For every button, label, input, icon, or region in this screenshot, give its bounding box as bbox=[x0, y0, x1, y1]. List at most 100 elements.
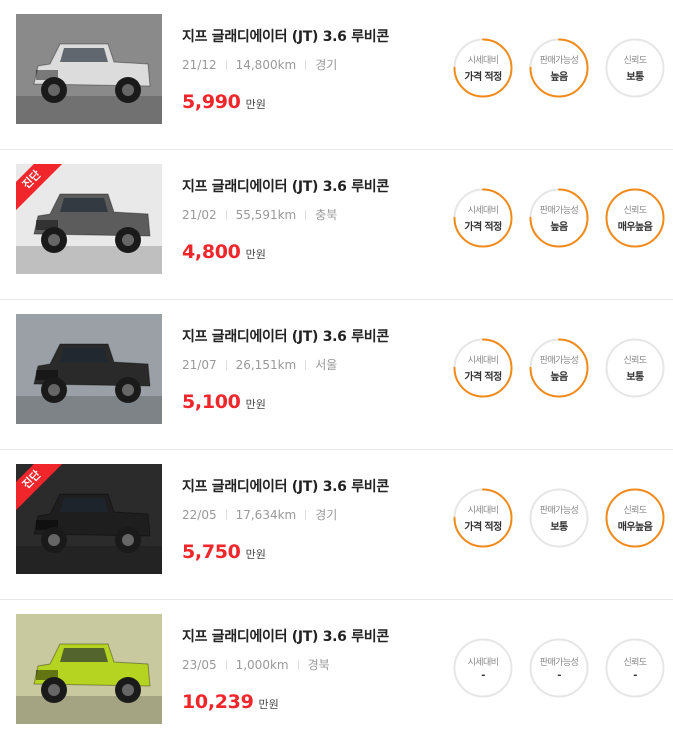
rating-value: 매우높음 bbox=[617, 522, 653, 533]
car-photo[interactable]: 진단 bbox=[16, 464, 162, 574]
rating-badge: 시세대비가격 적정 bbox=[453, 188, 513, 248]
region: 서울 bbox=[315, 358, 338, 372]
listing-meta: 21/07 26,151km 서울 bbox=[182, 356, 442, 373]
meta-divider bbox=[305, 209, 307, 220]
rating-badge: 판매가능성높음 bbox=[529, 188, 589, 248]
mileage: 55,591km bbox=[235, 207, 297, 222]
price: 5,990 만원 bbox=[182, 91, 442, 113]
listing-item[interactable]: 지프 글래디에이터 (JT) 3.6 루비콘 23/05 1,000km 경북 … bbox=[0, 600, 673, 750]
listing-title[interactable]: 지프 글래디에이터 (JT) 3.6 루비콘 bbox=[182, 476, 442, 496]
listing-info: 지프 글래디에이터 (JT) 3.6 루비콘 21/07 26,151km 서울… bbox=[182, 326, 442, 413]
rating-value: 보통 bbox=[550, 522, 568, 533]
rating-label: 판매가능성 bbox=[539, 658, 579, 668]
rating-badge: 신뢰도보통 bbox=[605, 338, 665, 398]
price: 5,100 만원 bbox=[182, 391, 442, 413]
meta-divider bbox=[305, 59, 307, 70]
rating-label: 신뢰도 bbox=[623, 206, 647, 216]
listing-title[interactable]: 지프 글래디에이터 (JT) 3.6 루비콘 bbox=[182, 626, 442, 646]
price: 4,800 만원 bbox=[182, 241, 442, 263]
meta-divider bbox=[225, 359, 227, 370]
car-illustration bbox=[16, 14, 162, 124]
price-value: 5,990 bbox=[182, 91, 241, 113]
price-value: 5,750 bbox=[182, 541, 241, 563]
listing-title[interactable]: 지프 글래디에이터 (JT) 3.6 루비콘 bbox=[182, 26, 442, 46]
region: 충북 bbox=[315, 208, 338, 222]
rating-badge: 시세대비 - bbox=[453, 638, 513, 698]
rating-value: 높음 bbox=[550, 222, 568, 233]
rating-value: 매우높음 bbox=[617, 222, 653, 233]
mileage: 26,151km bbox=[235, 357, 297, 372]
listing-item[interactable]: 진단 지프 글래디에이터 (JT) 3.6 루비콘 22/05 17,634km… bbox=[0, 450, 673, 600]
rating-value: 보통 bbox=[626, 372, 644, 383]
listing-title[interactable]: 지프 글래디에이터 (JT) 3.6 루비콘 bbox=[182, 326, 442, 346]
meta-divider bbox=[297, 659, 299, 670]
rating-badge: 신뢰도 보통 bbox=[605, 38, 665, 98]
price-unit: 만원 bbox=[245, 548, 266, 561]
rating-value: 높음 bbox=[550, 372, 568, 383]
car-photo[interactable] bbox=[16, 14, 162, 124]
listing-item[interactable]: 지프 글래디에이터 (JT) 3.6 루비콘 21/12 14,800km 경기… bbox=[0, 0, 673, 150]
rating-label: 시세대비 bbox=[467, 658, 499, 668]
rating-label: 신뢰도 bbox=[623, 658, 647, 668]
rating-badges: 시세대비가격 적정 판매가능성 높음 신뢰도 보통 bbox=[453, 38, 665, 98]
model-year: 21/07 bbox=[182, 357, 217, 372]
listing-item[interactable]: 진단 지프 글래디에이터 (JT) 3.6 루비콘 21/02 55,591km… bbox=[0, 150, 673, 300]
meta-divider bbox=[305, 509, 307, 520]
car-illustration bbox=[16, 314, 162, 424]
rating-value: 가격 적정 bbox=[464, 372, 502, 383]
rating-badge: 신뢰도 - bbox=[605, 638, 665, 698]
model-year: 22/05 bbox=[182, 507, 217, 522]
rating-badge: 신뢰도매우높음 bbox=[605, 188, 665, 248]
listing-info: 지프 글래디에이터 (JT) 3.6 루비콘 22/05 17,634km 경기… bbox=[182, 476, 442, 563]
meta-divider bbox=[225, 509, 227, 520]
mileage: 17,634km bbox=[235, 507, 297, 522]
price-value: 4,800 bbox=[182, 241, 241, 263]
mileage: 1,000km bbox=[235, 657, 289, 672]
model-year: 21/12 bbox=[182, 57, 217, 72]
price-unit: 만원 bbox=[245, 248, 266, 261]
rating-value: - bbox=[481, 670, 485, 681]
listing-title[interactable]: 지프 글래디에이터 (JT) 3.6 루비콘 bbox=[182, 176, 442, 196]
rating-label: 신뢰도 bbox=[623, 356, 647, 366]
rating-value: - bbox=[633, 670, 637, 681]
meta-divider bbox=[305, 359, 307, 370]
listing-meta: 23/05 1,000km 경북 bbox=[182, 656, 442, 673]
price-unit: 만원 bbox=[258, 698, 279, 711]
rating-badges: 시세대비가격 적정 판매가능성높음 신뢰도매우높음 bbox=[453, 188, 665, 248]
listing-meta: 22/05 17,634km 경기 bbox=[182, 506, 442, 523]
rating-badge: 시세대비 가격 적정 bbox=[453, 488, 513, 548]
meta-divider bbox=[225, 659, 227, 670]
model-year: 23/05 bbox=[182, 657, 217, 672]
car-photo[interactable] bbox=[16, 314, 162, 424]
price: 10,239 만원 bbox=[182, 691, 442, 713]
mileage: 14,800km bbox=[235, 57, 297, 72]
rating-value: 보통 bbox=[626, 72, 644, 83]
rating-badge: 판매가능성 높음 bbox=[529, 38, 589, 98]
rating-value: 가격 적정 bbox=[464, 222, 502, 233]
rating-badge: 시세대비 가격 적정 bbox=[453, 338, 513, 398]
rating-badges: 시세대비 가격 적정 판매가능성 높음 신뢰도보통 bbox=[453, 338, 665, 398]
rating-label: 시세대비 bbox=[467, 506, 499, 516]
listing-info: 지프 글래디에이터 (JT) 3.6 루비콘 21/12 14,800km 경기… bbox=[182, 26, 442, 113]
car-listing-list: 지프 글래디에이터 (JT) 3.6 루비콘 21/12 14,800km 경기… bbox=[0, 0, 673, 750]
rating-badge: 신뢰도 매우높음 bbox=[605, 488, 665, 548]
region: 경기 bbox=[315, 508, 338, 522]
rating-badge: 판매가능성 - bbox=[529, 638, 589, 698]
rating-label: 시세대비 bbox=[467, 206, 499, 216]
car-photo[interactable]: 진단 bbox=[16, 164, 162, 274]
rating-badges: 시세대비 가격 적정 판매가능성 보통 신뢰도 매우높음 bbox=[453, 488, 665, 548]
rating-value: 가격 적정 bbox=[464, 72, 502, 83]
car-illustration bbox=[16, 614, 162, 724]
rating-label: 판매가능성 bbox=[539, 206, 579, 216]
meta-divider bbox=[225, 209, 227, 220]
rating-badges: 시세대비 - 판매가능성 - 신뢰도 - bbox=[453, 638, 665, 698]
rating-label: 시세대비 bbox=[467, 56, 499, 66]
model-year: 21/02 bbox=[182, 207, 217, 222]
car-photo[interactable] bbox=[16, 614, 162, 724]
listing-item[interactable]: 지프 글래디에이터 (JT) 3.6 루비콘 21/07 26,151km 서울… bbox=[0, 300, 673, 450]
listing-info: 지프 글래디에이터 (JT) 3.6 루비콘 23/05 1,000km 경북 … bbox=[182, 626, 442, 713]
listing-info: 지프 글래디에이터 (JT) 3.6 루비콘 21/02 55,591km 충북… bbox=[182, 176, 442, 263]
price-value: 10,239 bbox=[182, 691, 254, 713]
rating-badge: 판매가능성 높음 bbox=[529, 338, 589, 398]
rating-badge: 시세대비가격 적정 bbox=[453, 38, 513, 98]
